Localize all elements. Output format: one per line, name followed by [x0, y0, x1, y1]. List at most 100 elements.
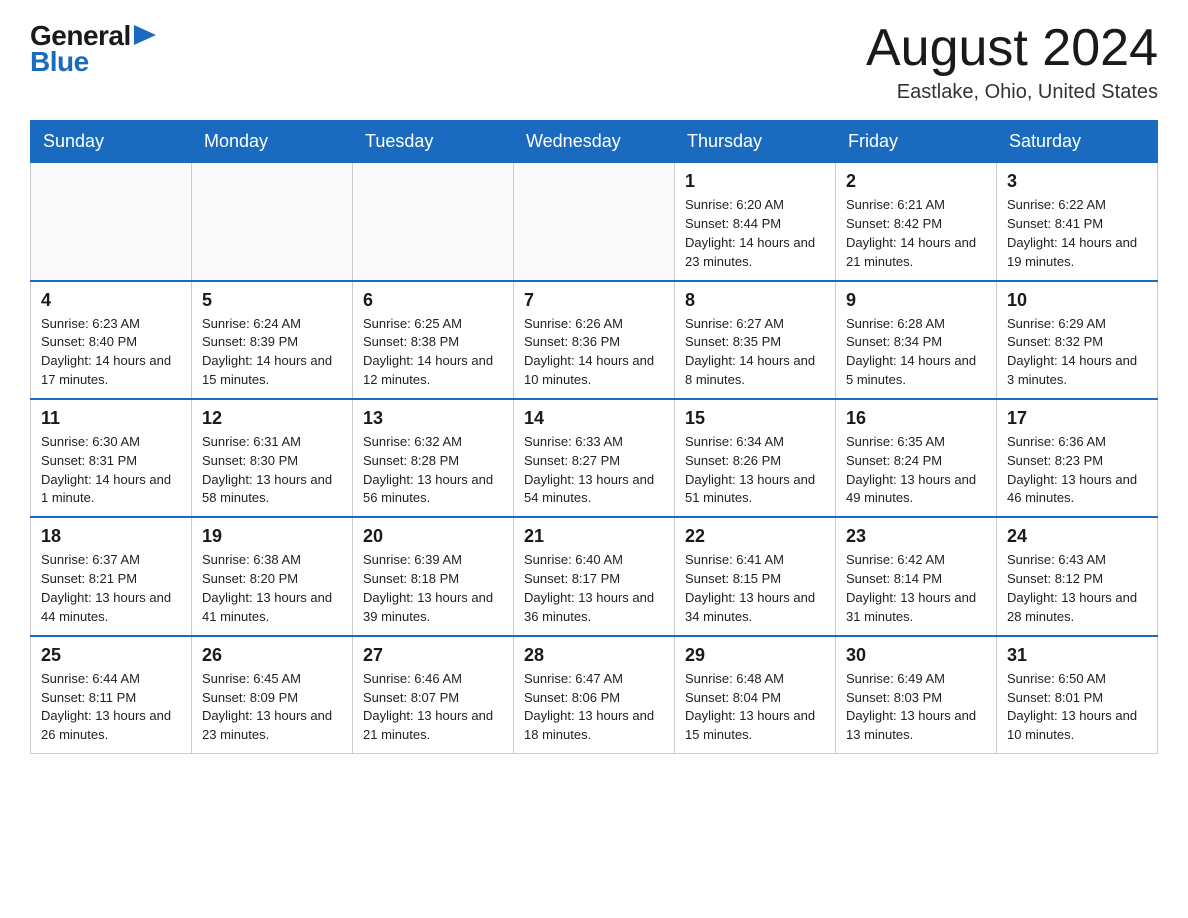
day-info: Sunrise: 6:44 AMSunset: 8:11 PMDaylight:… — [41, 670, 181, 745]
table-row: 23 Sunrise: 6:42 AMSunset: 8:14 PMDayligh… — [836, 517, 997, 635]
day-info: Sunrise: 6:28 AMSunset: 8:34 PMDaylight:… — [846, 315, 986, 390]
header-thursday: Thursday — [675, 121, 836, 163]
day-number: 24 — [1007, 526, 1147, 547]
table-row: 8Sunrise: 6:27 AMSunset: 8:35 PMDaylight… — [675, 281, 836, 399]
day-number: 20 — [363, 526, 503, 547]
calendar-table: Sunday Monday Tuesday Wednesday Thursday… — [30, 120, 1158, 754]
day-number: 10 — [1007, 290, 1147, 311]
day-number: 17 — [1007, 408, 1147, 429]
table-row: 14Sunrise: 6:33 AMSunset: 8:27 PMDayligh… — [514, 399, 675, 517]
day-info: Sunrise: 6:42 AMSunset: 8:14 PMDaylight:… — [846, 551, 986, 626]
table-row — [353, 163, 514, 281]
table-row: 30Sunrise: 6:49 AMSunset: 8:03 PMDayligh… — [836, 636, 997, 754]
day-number: 19 — [202, 526, 342, 547]
day-number: 16 — [846, 408, 986, 429]
day-info: Sunrise: 6:25 AMSunset: 8:38 PMDaylight:… — [363, 315, 503, 390]
day-number: 12 — [202, 408, 342, 429]
day-info: Sunrise: 6:29 AMSunset: 8:32 PMDaylight:… — [1007, 315, 1147, 390]
day-info: Sunrise: 6:32 AMSunset: 8:28 PMDaylight:… — [363, 433, 503, 508]
table-row: 12Sunrise: 6:31 AMSunset: 8:30 PMDayligh… — [192, 399, 353, 517]
day-number: 3 — [1007, 171, 1147, 192]
table-row: 20 Sunrise: 6:39 AMSunset: 8:18 PMDayligh… — [353, 517, 514, 635]
day-info: Sunrise: 6:40 AMSunset: 8:17 PMDaylight:… — [524, 551, 664, 626]
table-row: 29 Sunrise: 6:48 AMSunset: 8:04 PMDayligh… — [675, 636, 836, 754]
page-header: General Blue August 2024 Eastlake, Ohio,… — [30, 20, 1158, 104]
day-number: 21 — [524, 526, 664, 547]
month-year-title: August 2024 — [866, 20, 1158, 77]
table-row: 7 Sunrise: 6:26 AMSunset: 8:36 PMDaylight… — [514, 281, 675, 399]
table-row: 1 Sunrise: 6:20 AMSunset: 8:44 PMDaylight… — [675, 163, 836, 281]
table-row: 6 Sunrise: 6:25 AMSunset: 8:38 PMDaylight… — [353, 281, 514, 399]
day-info: Sunrise: 6:27 AMSunset: 8:35 PMDaylight:… — [685, 315, 825, 390]
table-row: 31 Sunrise: 6:50 AMSunset: 8:01 PMDayligh… — [997, 636, 1158, 754]
table-row: 11 Sunrise: 6:30 AMSunset: 8:31 PMDayligh… — [31, 399, 192, 517]
day-number: 23 — [846, 526, 986, 547]
day-info: Sunrise: 6:46 AMSunset: 8:07 PMDaylight:… — [363, 670, 503, 745]
day-info: Sunrise: 6:36 AMSunset: 8:23 PMDaylight:… — [1007, 433, 1147, 508]
day-info: Sunrise: 6:37 AMSunset: 8:21 PMDaylight:… — [41, 551, 181, 626]
day-info: Sunrise: 6:22 AMSunset: 8:41 PMDaylight:… — [1007, 196, 1147, 271]
day-number: 5 — [202, 290, 342, 311]
table-row — [31, 163, 192, 281]
day-number: 13 — [363, 408, 503, 429]
logo-arrow-icon — [134, 25, 156, 45]
header-wednesday: Wednesday — [514, 121, 675, 163]
table-row: 15 Sunrise: 6:34 AMSunset: 8:26 PMDayligh… — [675, 399, 836, 517]
table-row: 9 Sunrise: 6:28 AMSunset: 8:34 PMDaylight… — [836, 281, 997, 399]
day-info: Sunrise: 6:20 AMSunset: 8:44 PMDaylight:… — [685, 196, 825, 271]
table-row: 13 Sunrise: 6:32 AMSunset: 8:28 PMDayligh… — [353, 399, 514, 517]
table-row — [192, 163, 353, 281]
calendar-week-row: 11 Sunrise: 6:30 AMSunset: 8:31 PMDayligh… — [31, 399, 1158, 517]
day-info: Sunrise: 6:21 AMSunset: 8:42 PMDaylight:… — [846, 196, 986, 271]
table-row: 21 Sunrise: 6:40 AMSunset: 8:17 PMDayligh… — [514, 517, 675, 635]
day-number: 25 — [41, 645, 181, 666]
day-number: 6 — [363, 290, 503, 311]
table-row: 4 Sunrise: 6:23 AMSunset: 8:40 PMDaylight… — [31, 281, 192, 399]
table-row — [514, 163, 675, 281]
day-number: 4 — [41, 290, 181, 311]
day-number: 27 — [363, 645, 503, 666]
table-row: 5 Sunrise: 6:24 AMSunset: 8:39 PMDaylight… — [192, 281, 353, 399]
day-number: 29 — [685, 645, 825, 666]
table-row: 19 Sunrise: 6:38 AMSunset: 8:20 PMDayligh… — [192, 517, 353, 635]
day-info: Sunrise: 6:39 AMSunset: 8:18 PMDaylight:… — [363, 551, 503, 626]
day-info: Sunrise: 6:34 AMSunset: 8:26 PMDaylight:… — [685, 433, 825, 508]
table-row: 3 Sunrise: 6:22 AMSunset: 8:41 PMDaylight… — [997, 163, 1158, 281]
day-number: 18 — [41, 526, 181, 547]
calendar-week-row: 4 Sunrise: 6:23 AMSunset: 8:40 PMDaylight… — [31, 281, 1158, 399]
header-friday: Friday — [836, 121, 997, 163]
table-row: 25 Sunrise: 6:44 AMSunset: 8:11 PMDayligh… — [31, 636, 192, 754]
table-row: 24 Sunrise: 6:43 AMSunset: 8:12 PMDayligh… — [997, 517, 1158, 635]
day-number: 31 — [1007, 645, 1147, 666]
header-monday: Monday — [192, 121, 353, 163]
calendar-week-row: 18 Sunrise: 6:37 AMSunset: 8:21 PMDayligh… — [31, 517, 1158, 635]
table-row: 22Sunrise: 6:41 AMSunset: 8:15 PMDayligh… — [675, 517, 836, 635]
day-info: Sunrise: 6:35 AMSunset: 8:24 PMDaylight:… — [846, 433, 986, 508]
day-info: Sunrise: 6:24 AMSunset: 8:39 PMDaylight:… — [202, 315, 342, 390]
table-row: 2Sunrise: 6:21 AMSunset: 8:42 PMDaylight… — [836, 163, 997, 281]
day-info: Sunrise: 6:48 AMSunset: 8:04 PMDaylight:… — [685, 670, 825, 745]
day-info: Sunrise: 6:26 AMSunset: 8:36 PMDaylight:… — [524, 315, 664, 390]
day-number: 7 — [524, 290, 664, 311]
logo-blue-text: Blue — [30, 46, 89, 78]
day-number: 11 — [41, 408, 181, 429]
day-number: 30 — [846, 645, 986, 666]
header-saturday: Saturday — [997, 121, 1158, 163]
day-info: Sunrise: 6:41 AMSunset: 8:15 PMDaylight:… — [685, 551, 825, 626]
day-number: 15 — [685, 408, 825, 429]
day-info: Sunrise: 6:30 AMSunset: 8:31 PMDaylight:… — [41, 433, 181, 508]
day-info: Sunrise: 6:38 AMSunset: 8:20 PMDaylight:… — [202, 551, 342, 626]
day-number: 1 — [685, 171, 825, 192]
day-info: Sunrise: 6:43 AMSunset: 8:12 PMDaylight:… — [1007, 551, 1147, 626]
day-number: 9 — [846, 290, 986, 311]
table-row: 17 Sunrise: 6:36 AMSunset: 8:23 PMDayligh… — [997, 399, 1158, 517]
table-row: 10 Sunrise: 6:29 AMSunset: 8:32 PMDayligh… — [997, 281, 1158, 399]
calendar-header-row: Sunday Monday Tuesday Wednesday Thursday… — [31, 121, 1158, 163]
day-info: Sunrise: 6:47 AMSunset: 8:06 PMDaylight:… — [524, 670, 664, 745]
table-row: 28Sunrise: 6:47 AMSunset: 8:06 PMDayligh… — [514, 636, 675, 754]
table-row: 16 Sunrise: 6:35 AMSunset: 8:24 PMDayligh… — [836, 399, 997, 517]
table-row: 18 Sunrise: 6:37 AMSunset: 8:21 PMDayligh… — [31, 517, 192, 635]
day-info: Sunrise: 6:50 AMSunset: 8:01 PMDaylight:… — [1007, 670, 1147, 745]
day-info: Sunrise: 6:23 AMSunset: 8:40 PMDaylight:… — [41, 315, 181, 390]
logo: General Blue — [30, 20, 156, 78]
